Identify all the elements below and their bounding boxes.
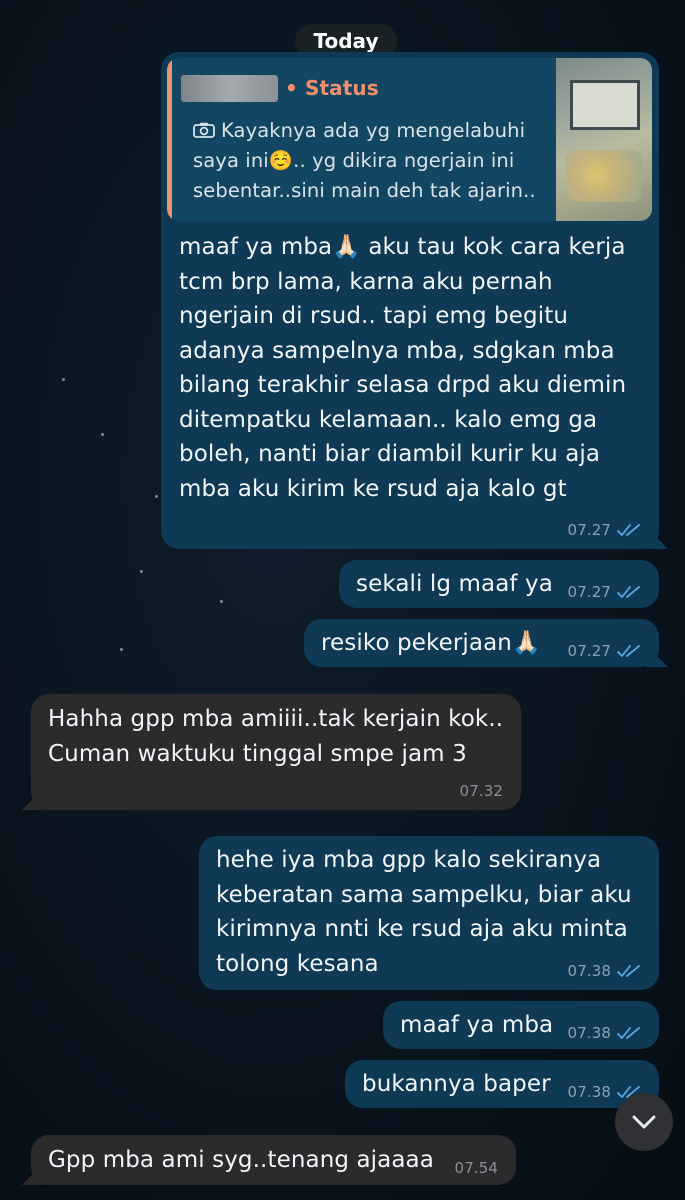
message-time: 07.27: [567, 642, 611, 660]
background-star: [62, 378, 65, 381]
message-bubble-outgoing[interactable]: resiko pekerjaan🙏🏻 07.27: [304, 619, 659, 667]
background-star: [155, 495, 158, 498]
chevron-down-icon: [632, 1115, 656, 1129]
message-text: sekali lg maaf ya: [356, 571, 553, 597]
message-text: bukannya baper: [362, 1071, 551, 1097]
message-meta: 07.27: [568, 521, 641, 539]
read-ticks-icon: [617, 586, 640, 598]
reply-text: Kayaknya ada yg mengelabuhi saya ini☺️..…: [193, 119, 536, 202]
message-bubble-outgoing[interactable]: sekali lg maaf ya 07.27: [339, 560, 659, 608]
message-meta: 07.32: [460, 782, 503, 800]
background-star: [120, 648, 123, 651]
reply-status-label: • Status: [285, 76, 379, 100]
message-bubble-incoming[interactable]: Gpp mba ami syg..tenang ajaaaa 07.54: [31, 1135, 516, 1185]
message-bubble-outgoing[interactable]: • Status Kayaknya ada yg mengelabuhi say…: [161, 52, 659, 549]
message-meta: 07.54: [455, 1159, 498, 1177]
message-text: maaf ya mba🙏🏻 aku tau kok cara kerja tcm…: [179, 234, 627, 502]
message-time: 07.27: [567, 521, 611, 539]
message-bubble-outgoing[interactable]: bukannya baper 07.38: [345, 1060, 659, 1108]
message-bubble-outgoing[interactable]: maaf ya mba 07.38: [383, 1001, 659, 1049]
reply-accent-bar: [167, 58, 172, 221]
message-bubble-incoming[interactable]: Hahha gpp mba amiiii..tak kerjain kok.. …: [31, 694, 521, 810]
message-meta: 07.27: [568, 642, 641, 660]
message-time: 07.38: [567, 1024, 611, 1042]
message-meta: 07.27: [568, 583, 641, 601]
blurred-contact-name: [181, 75, 278, 102]
message-meta: 07.38: [568, 962, 641, 980]
read-ticks-icon: [617, 1027, 640, 1039]
message-time: 07.38: [567, 962, 611, 980]
background-star: [220, 600, 223, 603]
message-text: Gpp mba ami syg..tenang ajaaaa: [48, 1147, 434, 1173]
read-ticks-icon: [617, 524, 640, 536]
message-time: 07.38: [567, 1083, 611, 1101]
message-time: 07.32: [459, 782, 503, 800]
message-bubble-outgoing[interactable]: hehe iya mba gpp kalo sekiranya keberata…: [199, 836, 659, 990]
message-text: resiko pekerjaan🙏🏻: [321, 630, 541, 656]
message-text: hehe iya mba gpp kalo sekiranya keberata…: [216, 847, 632, 977]
read-ticks-icon: [617, 965, 640, 977]
background-star: [140, 570, 143, 573]
reply-quote[interactable]: • Status Kayaknya ada yg mengelabuhi say…: [167, 58, 652, 221]
message-time: 07.54: [454, 1159, 498, 1177]
message-meta: 07.38: [568, 1024, 641, 1042]
message-text: maaf ya mba: [400, 1012, 554, 1038]
scroll-to-bottom-button[interactable]: [615, 1093, 673, 1151]
message-time: 07.27: [567, 583, 611, 601]
camera-icon: [193, 122, 215, 138]
message-text: Hahha gpp mba amiiii..tak kerjain kok.. …: [48, 706, 504, 767]
background-star: [101, 433, 104, 436]
status-thumbnail: [556, 58, 652, 221]
read-ticks-icon: [617, 645, 640, 657]
